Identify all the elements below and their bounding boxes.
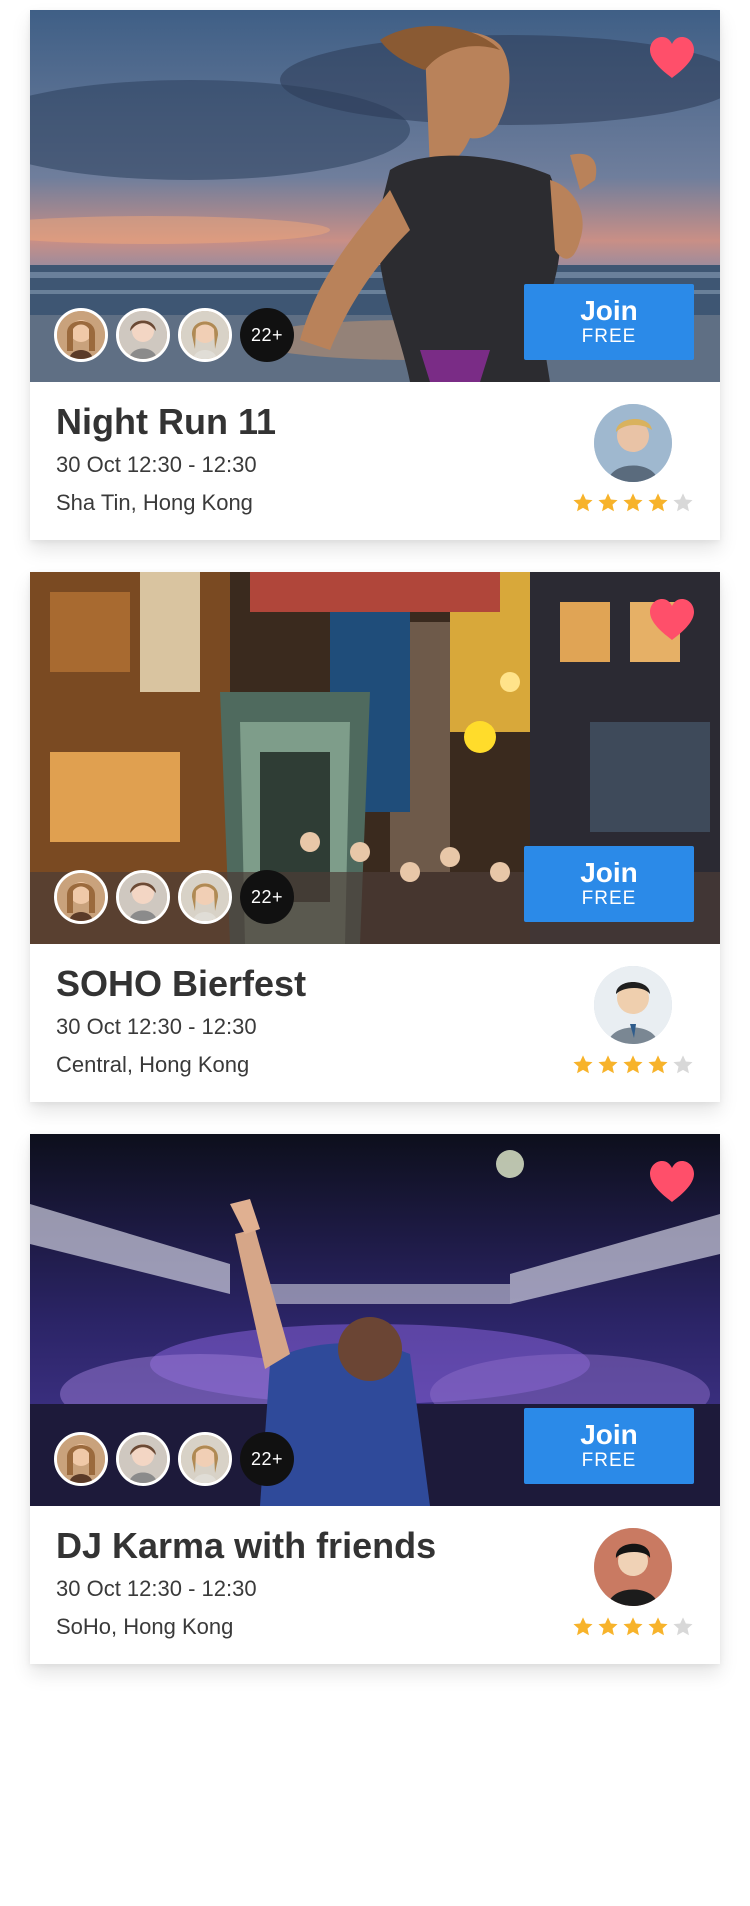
- attendee-avatar: [116, 1432, 170, 1486]
- star-filled-icon: [598, 493, 618, 512]
- event-feed: 22+ Join FREE Night Run 11 30 Oct 12:30 …: [30, 10, 720, 1696]
- event-info: DJ Karma with friends 30 Oct 12:30 - 12:…: [30, 1506, 720, 1664]
- star-filled-icon: [623, 1055, 643, 1074]
- attendee-avatars[interactable]: 22+: [54, 1432, 294, 1486]
- join-button[interactable]: Join FREE: [524, 284, 694, 360]
- event-info: SOHO Bierfest 30 Oct 12:30 - 12:30 Centr…: [30, 944, 720, 1102]
- rating-stars: [569, 1054, 694, 1076]
- attendee-count-badge[interactable]: 22+: [240, 308, 294, 362]
- host-avatar-blond-man[interactable]: [594, 404, 672, 482]
- attendee-avatar: [116, 308, 170, 362]
- event-card[interactable]: 22+ Join FREE Night Run 11 30 Oct 12:30 …: [30, 10, 720, 540]
- star-empty-icon: [673, 1617, 693, 1636]
- star-filled-icon: [573, 1617, 593, 1636]
- attendee-avatar: [54, 870, 108, 924]
- event-card[interactable]: 22+ Join FREE SOHO Bierfest 30 Oct 12:30…: [30, 572, 720, 1102]
- star-filled-icon: [623, 1617, 643, 1636]
- join-button[interactable]: Join FREE: [524, 1408, 694, 1484]
- attendee-avatar: [178, 870, 232, 924]
- join-price-label: FREE: [581, 326, 637, 347]
- star-filled-icon: [598, 1055, 618, 1074]
- join-button-label: Join: [580, 295, 638, 326]
- heart-icon[interactable]: [648, 1160, 696, 1204]
- star-filled-icon: [648, 1617, 668, 1636]
- star-empty-icon: [673, 493, 693, 512]
- join-button-label: Join: [580, 857, 638, 888]
- star-empty-icon: [673, 1055, 693, 1074]
- host-avatar-man-suit[interactable]: [594, 966, 672, 1044]
- attendee-avatars[interactable]: 22+: [54, 870, 294, 924]
- attendee-avatars[interactable]: 22+: [54, 308, 294, 362]
- star-filled-icon: [648, 1055, 668, 1074]
- attendee-count-badge[interactable]: 22+: [240, 870, 294, 924]
- heart-icon[interactable]: [648, 598, 696, 642]
- join-price-label: FREE: [581, 1450, 637, 1471]
- event-image[interactable]: 22+ Join FREE: [30, 1134, 720, 1506]
- attendee-avatar: [116, 870, 170, 924]
- star-filled-icon: [598, 1617, 618, 1636]
- event-info: Night Run 11 30 Oct 12:30 - 12:30 Sha Ti…: [30, 382, 720, 540]
- attendee-avatar: [178, 308, 232, 362]
- attendee-avatar: [178, 1432, 232, 1486]
- event-card[interactable]: 22+ Join FREE DJ Karma with friends 30 O…: [30, 1134, 720, 1664]
- join-button-label: Join: [580, 1419, 638, 1450]
- attendee-avatar: [54, 308, 108, 362]
- star-filled-icon: [573, 493, 593, 512]
- rating-stars: [569, 1616, 694, 1638]
- heart-icon[interactable]: [648, 36, 696, 80]
- star-filled-icon: [623, 493, 643, 512]
- attendee-avatar: [54, 1432, 108, 1486]
- join-button[interactable]: Join FREE: [524, 846, 694, 922]
- rating-stars: [569, 492, 694, 514]
- event-image[interactable]: 22+ Join FREE: [30, 572, 720, 944]
- event-image[interactable]: 22+ Join FREE: [30, 10, 720, 382]
- star-filled-icon: [573, 1055, 593, 1074]
- join-price-label: FREE: [581, 888, 637, 909]
- star-filled-icon: [648, 493, 668, 512]
- host-avatar-man-dark-hair[interactable]: [594, 1528, 672, 1606]
- attendee-count-badge[interactable]: 22+: [240, 1432, 294, 1486]
